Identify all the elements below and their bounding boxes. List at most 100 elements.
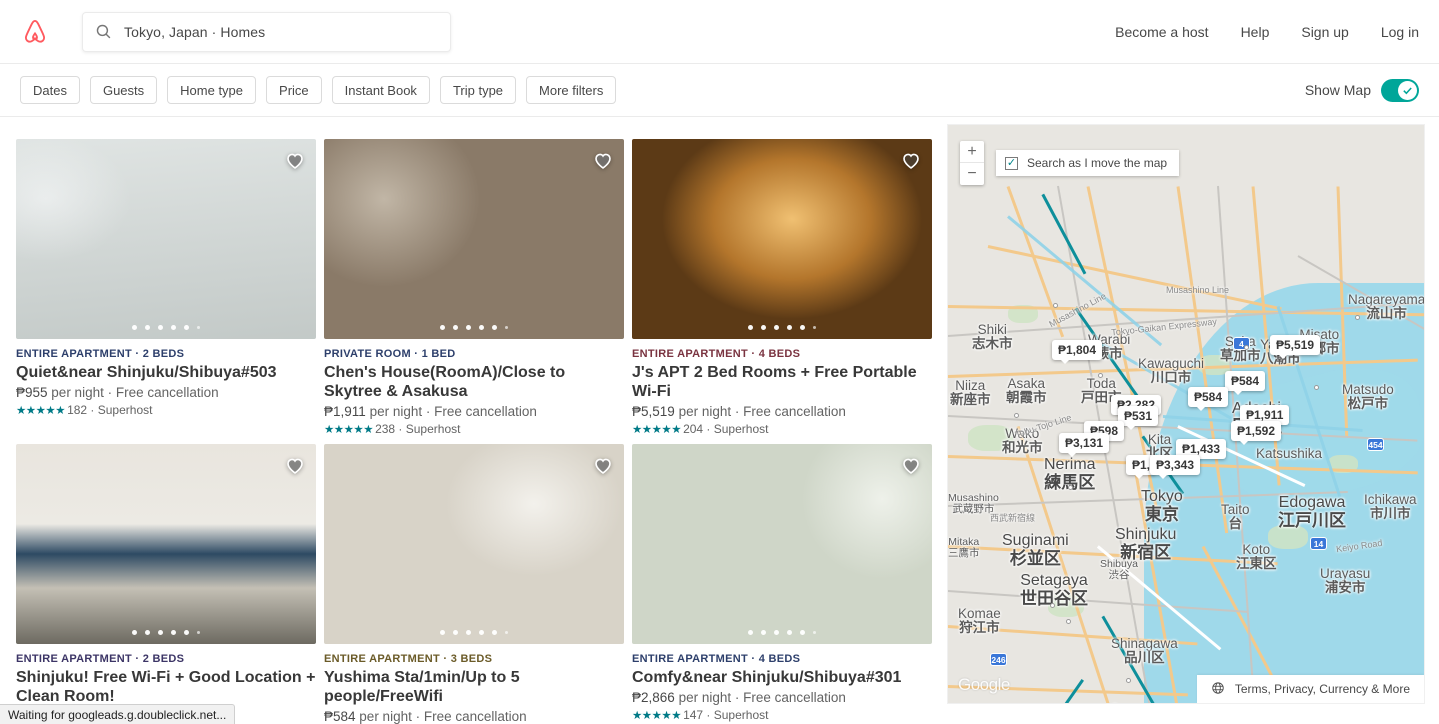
airbnb-logo-icon[interactable] [20, 16, 50, 48]
filter-chip-guests[interactable]: Guests [89, 76, 158, 104]
filter-chip-price[interactable]: Price [266, 76, 322, 104]
listing-photo[interactable] [16, 139, 316, 339]
carousel-dot[interactable] [131, 325, 137, 330]
heart-icon[interactable] [592, 454, 614, 476]
map-price-pin[interactable]: ₱5,519 [1270, 335, 1321, 359]
carousel-dot[interactable] [799, 630, 805, 635]
carousel-dot[interactable] [760, 325, 766, 330]
carousel-dot[interactable] [747, 630, 753, 635]
log-in-link[interactable]: Log in [1381, 24, 1419, 40]
map-label: Kawaguchi 川口市 [1138, 356, 1204, 386]
carousel-dot[interactable] [491, 630, 497, 635]
listing-photo[interactable] [16, 444, 316, 644]
carousel-dot[interactable] [196, 325, 201, 330]
map-price-pin[interactable]: ₱3,131 [1059, 433, 1110, 457]
filter-chip-instant-book[interactable]: Instant Book [331, 76, 430, 104]
carousel-dot[interactable] [799, 325, 805, 330]
filter-chip-dates[interactable]: Dates [20, 76, 80, 104]
map-label-jp: 川口市 [1150, 370, 1192, 386]
photo-carousel-dots[interactable] [16, 630, 316, 635]
listing-title[interactable]: Quiet&near Shinjuku/Shibuya#503 [16, 363, 316, 382]
show-map-toggle[interactable] [1381, 78, 1419, 102]
map-price-pin[interactable]: ₱3,343 [1150, 455, 1201, 479]
listing-title[interactable]: Yushima Sta/1min/Up to 5 people/FreeWifi [324, 668, 624, 706]
map-price-pin[interactable]: ₱1,592 [1231, 421, 1282, 445]
carousel-dot[interactable] [439, 325, 445, 330]
heart-icon[interactable] [900, 149, 922, 171]
carousel-dot[interactable] [439, 630, 445, 635]
carousel-dot[interactable] [183, 630, 189, 635]
photo-carousel-dots[interactable] [632, 325, 932, 330]
carousel-dot[interactable] [170, 630, 176, 635]
carousel-dot[interactable] [491, 325, 497, 330]
carousel-dot[interactable] [786, 325, 792, 330]
listing-photo[interactable] [324, 444, 624, 644]
heart-icon[interactable] [284, 149, 306, 171]
listing-card[interactable]: ENTIRE APARTMENT · 3 BEDS Yushima Sta/1m… [324, 444, 624, 724]
carousel-dot[interactable] [170, 325, 176, 330]
help-link[interactable]: Help [1241, 24, 1270, 40]
carousel-dot[interactable] [504, 630, 509, 635]
filter-chip-home-type[interactable]: Home type [167, 76, 257, 104]
listing-photo[interactable] [632, 444, 932, 644]
carousel-dot[interactable] [478, 630, 484, 635]
listing-photo[interactable] [632, 139, 932, 339]
listing-title[interactable]: Comfy&near Shinjuku/Shibuya#301 [632, 668, 932, 687]
map-zoom-out-button[interactable]: − [960, 163, 984, 185]
carousel-dot[interactable] [812, 630, 817, 635]
carousel-dot[interactable] [157, 325, 163, 330]
carousel-dot[interactable] [196, 630, 201, 635]
carousel-dot[interactable] [812, 325, 817, 330]
map-price-pin[interactable]: ₱584 [1188, 387, 1229, 411]
map-zoom-in-button[interactable]: + [960, 141, 984, 163]
carousel-dot[interactable] [183, 325, 189, 330]
filter-chip-trip-type[interactable]: Trip type [439, 76, 517, 104]
carousel-dot[interactable] [773, 630, 779, 635]
carousel-dot[interactable] [144, 325, 150, 330]
carousel-dot[interactable] [478, 325, 484, 330]
carousel-dot[interactable] [760, 630, 766, 635]
heart-icon[interactable] [284, 454, 306, 476]
listing-photo[interactable] [324, 139, 624, 339]
search-as-i-move-checkbox[interactable]: ✓ [1005, 156, 1018, 170]
map-label-en: Nerima [1044, 456, 1096, 473]
listing-card[interactable]: ENTIRE APARTMENT · 2 BEDS Shinjuku! Free… [16, 444, 316, 724]
carousel-dot[interactable] [465, 630, 471, 635]
carousel-dot[interactable] [144, 630, 150, 635]
carousel-dot[interactable] [747, 325, 753, 330]
listing-title[interactable]: J's APT 2 Bed Rooms + Free Portable Wi-F… [632, 363, 932, 401]
site-header: Tokyo, Japan · Homes Become a host Help … [0, 0, 1439, 64]
carousel-dot[interactable] [504, 325, 509, 330]
map-label-jp: 松戸市 [1347, 396, 1389, 412]
listing-card[interactable]: ENTIRE APARTMENT · 4 BEDS Comfy&near Shi… [632, 444, 932, 724]
listing-card[interactable]: ENTIRE APARTMENT · 2 BEDS Quiet&near Shi… [16, 139, 316, 436]
carousel-dot[interactable] [452, 630, 458, 635]
carousel-dot[interactable] [452, 325, 458, 330]
map-price-pin[interactable]: ₱584 [1225, 371, 1266, 395]
listing-card[interactable]: ENTIRE APARTMENT · 4 BEDS J's APT 2 Bed … [632, 139, 932, 436]
map-label: Katsushika [1256, 446, 1322, 461]
photo-carousel-dots[interactable] [632, 630, 932, 635]
map-price-pin[interactable]: ₱1,804 [1052, 340, 1103, 364]
sign-up-link[interactable]: Sign up [1301, 24, 1348, 40]
listing-card[interactable]: PRIVATE ROOM · 1 BED Chen's House(RoomA)… [324, 139, 624, 436]
heart-icon[interactable] [900, 454, 922, 476]
heart-icon[interactable] [592, 149, 614, 171]
carousel-dot[interactable] [465, 325, 471, 330]
photo-carousel-dots[interactable] [324, 630, 624, 635]
listing-price-meta: per night · Free cancellation [678, 690, 846, 705]
carousel-dot[interactable] [131, 630, 137, 635]
search-input[interactable]: Tokyo, Japan · Homes [82, 11, 451, 52]
filter-chip-more-filters[interactable]: More filters [526, 76, 617, 104]
map-terms-bar[interactable]: Terms, Privacy, Currency & More [1196, 675, 1424, 703]
map-panel[interactable]: Nagareyama流山市 Misato三郷市 Yashio八潮市 Soka草加… [948, 125, 1424, 703]
listing-title[interactable]: Shinjuku! Free Wi-Fi + Good Location + C… [16, 668, 316, 706]
search-as-i-move-control[interactable]: ✓ Search as I move the map [996, 150, 1180, 176]
carousel-dot[interactable] [157, 630, 163, 635]
listing-title[interactable]: Chen's House(RoomA)/Close to Skytree & A… [324, 363, 624, 401]
photo-carousel-dots[interactable] [324, 325, 624, 330]
photo-carousel-dots[interactable] [16, 325, 316, 330]
carousel-dot[interactable] [786, 630, 792, 635]
become-a-host-link[interactable]: Become a host [1115, 24, 1208, 40]
carousel-dot[interactable] [773, 325, 779, 330]
